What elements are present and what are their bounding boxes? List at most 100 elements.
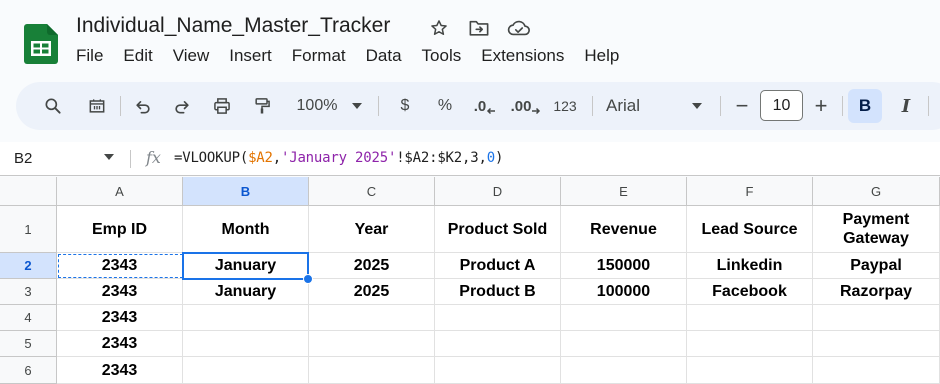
cell-c4[interactable] bbox=[309, 305, 435, 331]
formula-range: !$A2:$K2,3, bbox=[396, 150, 487, 166]
cell-e2[interactable]: 150000 bbox=[561, 253, 687, 279]
decrease-font-size-button[interactable]: − bbox=[730, 82, 754, 130]
column-header-f[interactable]: F bbox=[687, 177, 813, 206]
cell-a2[interactable]: 2343 bbox=[57, 253, 183, 279]
column-header-b[interactable]: B bbox=[183, 177, 309, 206]
row-header-2[interactable]: 2 bbox=[0, 253, 57, 279]
menu-help[interactable]: Help bbox=[574, 45, 629, 68]
cell-c2[interactable]: 2025 bbox=[309, 253, 435, 279]
cell-b6[interactable] bbox=[183, 357, 309, 384]
cell-a6[interactable]: 2343 bbox=[57, 357, 183, 384]
cell-e6[interactable] bbox=[561, 357, 687, 384]
cell-f1[interactable]: Lead Source bbox=[687, 206, 813, 253]
name-box-caret-icon[interactable] bbox=[104, 154, 114, 160]
cell-a1[interactable]: Emp ID bbox=[57, 206, 183, 253]
formula-input[interactable]: =VLOOKUP($A2,'January 2025'!$A2:$K2,3,0) bbox=[174, 150, 503, 166]
decrease-decimal-label: .0 bbox=[473, 97, 487, 115]
column-header-g[interactable]: G bbox=[813, 177, 940, 206]
cell-f4[interactable] bbox=[687, 305, 813, 331]
cell-f3[interactable]: Facebook bbox=[687, 279, 813, 305]
font-select[interactable]: Arial bbox=[606, 82, 666, 130]
print-icon[interactable] bbox=[207, 82, 237, 130]
cell-e5[interactable] bbox=[561, 331, 687, 357]
select-all-corner[interactable] bbox=[0, 177, 57, 206]
row-header-4[interactable]: 4 bbox=[0, 305, 57, 331]
column-header-d[interactable]: D bbox=[435, 177, 561, 206]
move-to-folder-icon[interactable] bbox=[467, 16, 491, 40]
redo-icon[interactable] bbox=[167, 82, 197, 130]
cell-g5[interactable] bbox=[813, 331, 940, 357]
increase-font-size-button[interactable]: + bbox=[808, 82, 834, 130]
cell-g6[interactable] bbox=[813, 357, 940, 384]
paint-format-icon[interactable] bbox=[247, 82, 277, 130]
star-icon[interactable] bbox=[427, 16, 451, 40]
cell-e4[interactable] bbox=[561, 305, 687, 331]
cell-g3[interactable]: Razorpay bbox=[813, 279, 940, 305]
column-header-e[interactable]: E bbox=[561, 177, 687, 206]
cell-g2[interactable]: Paypal bbox=[813, 253, 940, 279]
menu-format[interactable]: Format bbox=[282, 45, 356, 68]
menu-file[interactable]: File bbox=[66, 45, 113, 68]
column-header-a[interactable]: A bbox=[57, 177, 183, 206]
search-icon[interactable] bbox=[38, 82, 68, 130]
cell-b4[interactable] bbox=[183, 305, 309, 331]
row-header-5[interactable]: 5 bbox=[0, 331, 57, 357]
cell-g4[interactable] bbox=[813, 305, 940, 331]
cell-b1[interactable]: Month bbox=[183, 206, 309, 253]
title-bar: Individual_Name_Master_Tracker File Edit… bbox=[0, 0, 940, 76]
cell-e3[interactable]: 100000 bbox=[561, 279, 687, 305]
menus-icon[interactable] bbox=[82, 82, 112, 130]
row-header-3[interactable]: 3 bbox=[0, 279, 57, 305]
cloud-saved-icon[interactable] bbox=[507, 16, 531, 40]
cell-a3[interactable]: 2343 bbox=[57, 279, 183, 305]
menu-data[interactable]: Data bbox=[356, 45, 412, 68]
cell-c1[interactable]: Year bbox=[309, 206, 435, 253]
row-header-6[interactable]: 6 bbox=[0, 357, 57, 384]
row-header-1[interactable]: 1 bbox=[0, 206, 57, 253]
menu-insert[interactable]: Insert bbox=[219, 45, 282, 68]
cell-a5[interactable]: 2343 bbox=[57, 331, 183, 357]
font-dropdown-icon[interactable] bbox=[690, 82, 704, 130]
font-size-input[interactable]: 10 bbox=[760, 90, 803, 121]
name-box[interactable]: B2 bbox=[14, 150, 32, 167]
increase-decimal-button[interactable]: .00 bbox=[507, 82, 545, 130]
cell-d3[interactable]: Product B bbox=[435, 279, 561, 305]
cell-d2[interactable]: Product A bbox=[435, 253, 561, 279]
currency-format-button[interactable]: $ bbox=[390, 82, 420, 130]
zoom-caret-icon[interactable] bbox=[350, 82, 364, 130]
menu-view[interactable]: View bbox=[163, 45, 220, 68]
formula-prefix: =VLOOKUP( bbox=[174, 150, 249, 166]
menu-edit[interactable]: Edit bbox=[113, 45, 162, 68]
cell-b5[interactable] bbox=[183, 331, 309, 357]
cell-f2[interactable]: Linkedin bbox=[687, 253, 813, 279]
undo-icon[interactable] bbox=[128, 82, 158, 130]
cell-d5[interactable] bbox=[435, 331, 561, 357]
cell-b2[interactable]: January bbox=[183, 253, 309, 279]
cell-c3[interactable]: 2025 bbox=[309, 279, 435, 305]
percent-format-button[interactable]: % bbox=[430, 82, 460, 130]
cell-c6[interactable] bbox=[309, 357, 435, 384]
cell-d1[interactable]: Product Sold bbox=[435, 206, 561, 253]
more-formats-button[interactable]: 123 bbox=[548, 82, 582, 130]
cell-f5[interactable] bbox=[687, 331, 813, 357]
cell-g1[interactable]: Payment Gateway bbox=[813, 206, 940, 253]
fill-handle[interactable] bbox=[303, 274, 313, 284]
fx-icon: fx bbox=[146, 148, 161, 167]
document-title[interactable]: Individual_Name_Master_Tracker bbox=[76, 14, 390, 38]
cell-d6[interactable] bbox=[435, 357, 561, 384]
cell-e1[interactable]: Revenue bbox=[561, 206, 687, 253]
cell-f6[interactable] bbox=[687, 357, 813, 384]
cell-d4[interactable] bbox=[435, 305, 561, 331]
zoom-select[interactable]: 100% bbox=[284, 82, 350, 130]
decrease-decimal-button[interactable]: .0 bbox=[467, 82, 503, 130]
arrow-right-icon bbox=[532, 107, 541, 115]
bold-button[interactable]: B bbox=[848, 89, 882, 123]
column-header-c[interactable]: C bbox=[309, 177, 435, 206]
menu-extensions[interactable]: Extensions bbox=[471, 45, 574, 68]
sheets-logo-icon[interactable] bbox=[24, 24, 58, 64]
cell-c5[interactable] bbox=[309, 331, 435, 357]
cell-a4[interactable]: 2343 bbox=[57, 305, 183, 331]
italic-button[interactable]: I bbox=[892, 82, 920, 130]
cell-b3[interactable]: January bbox=[183, 279, 309, 305]
menu-tools[interactable]: Tools bbox=[412, 45, 472, 68]
